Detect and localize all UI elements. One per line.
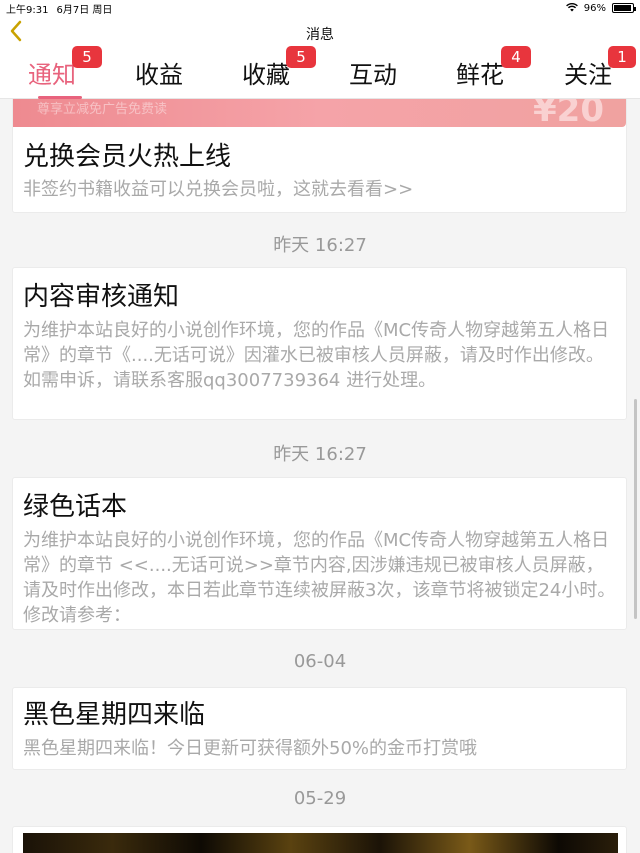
message-title: 黑色星期四来临 — [23, 700, 206, 730]
status-left: 上午9:31 6月7日 周日 — [6, 1, 112, 16]
message-timestamp: 05-29 — [293, 788, 347, 809]
tab-earnings[interactable]: 收益 — [119, 52, 199, 99]
message-title: 内容审核通知 — [23, 282, 180, 312]
message-list: 尊享立减免广告免费读 ¥20 兑换会员火热上线 非签约书籍收益可以兑换会员啦，这… — [0, 99, 640, 853]
banner-amount: ¥20 — [533, 99, 604, 130]
message-card[interactable]: 尊享立减免广告免费读 ¥20 兑换会员火热上线 非签约书籍收益可以兑换会员啦，这… — [12, 99, 627, 213]
tab-notifications[interactable]: 通知 5 — [12, 46, 102, 99]
scrollbar[interactable] — [634, 399, 637, 619]
message-card[interactable]: 绿色话本 为维护本站良好的小说创作环境，您的作品《MC传奇人物穿越第五人格日常》… — [12, 477, 627, 630]
message-card[interactable]: 黑色星期四来临 黑色星期四来临！今日更新可获得额外50%的金币打赏哦 — [12, 687, 627, 770]
page-title: 消息 — [306, 27, 334, 43]
message-timestamp: 昨天 16:27 — [273, 235, 367, 256]
tab-label: 收益 — [135, 61, 183, 89]
message-card[interactable] — [12, 826, 627, 853]
tab-label: 通知 — [28, 61, 76, 89]
banner-text: 尊享立减免广告免费读 — [37, 102, 168, 117]
tab-label: 鲜花 — [456, 61, 504, 89]
tab-label: 互动 — [349, 61, 397, 89]
message-body: 非签约书籍收益可以兑换会员啦，这就去看看>> — [23, 179, 414, 200]
status-time: 上午9:31 — [6, 4, 49, 16]
message-timestamp: 06-04 — [293, 651, 347, 672]
message-title: 兑换会员火热上线 — [23, 142, 232, 172]
tab-favorites[interactable]: 收藏 5 — [226, 46, 316, 99]
tab-interactions[interactable]: 互动 — [333, 52, 413, 99]
message-timestamp: 昨天 16:27 — [273, 444, 367, 465]
tab-badge: 5 — [72, 46, 102, 68]
status-date: 6月7日 周日 — [56, 4, 113, 16]
promo-banner: 尊享立减免广告免费读 ¥20 — [13, 99, 626, 130]
status-bar: 上午9:31 6月7日 周日 96% — [0, 0, 640, 16]
tab-flowers[interactable]: 鲜花 4 — [440, 46, 531, 99]
tab-label: 收藏 — [242, 61, 290, 89]
tab-following[interactable]: 关注 1 — [548, 46, 636, 99]
battery-percent: 96% — [583, 2, 606, 14]
message-card[interactable]: 内容审核通知 为维护本站良好的小说创作环境，您的作品《MC传奇人物穿越第五人格日… — [12, 267, 627, 420]
tab-label: 关注 — [564, 61, 612, 89]
tab-badge: 5 — [286, 46, 316, 68]
battery-icon — [612, 3, 636, 13]
tab-badge: 4 — [501, 46, 531, 68]
wifi-icon — [565, 2, 578, 15]
message-title: 绿色话本 — [23, 492, 128, 522]
promo-image — [23, 833, 618, 853]
message-body: 黑色星期四来临！今日更新可获得额外50%的金币打赏哦 — [23, 738, 478, 759]
message-body: 为维护本站良好的小说创作环境，您的作品《MC传奇人物穿越第五人格日常》的章节 <… — [23, 530, 616, 626]
tab-badge: 1 — [608, 46, 636, 68]
battery-fill — [614, 5, 632, 11]
status-right: 96% — [565, 2, 636, 15]
message-body: 为维护本站良好的小说创作环境，您的作品《MC传奇人物穿越第五人格日常》的章节《.… — [23, 320, 610, 391]
tab-bar: 通知 5 收益 收藏 5 互动 鲜花 4 关注 1 — [0, 46, 640, 99]
